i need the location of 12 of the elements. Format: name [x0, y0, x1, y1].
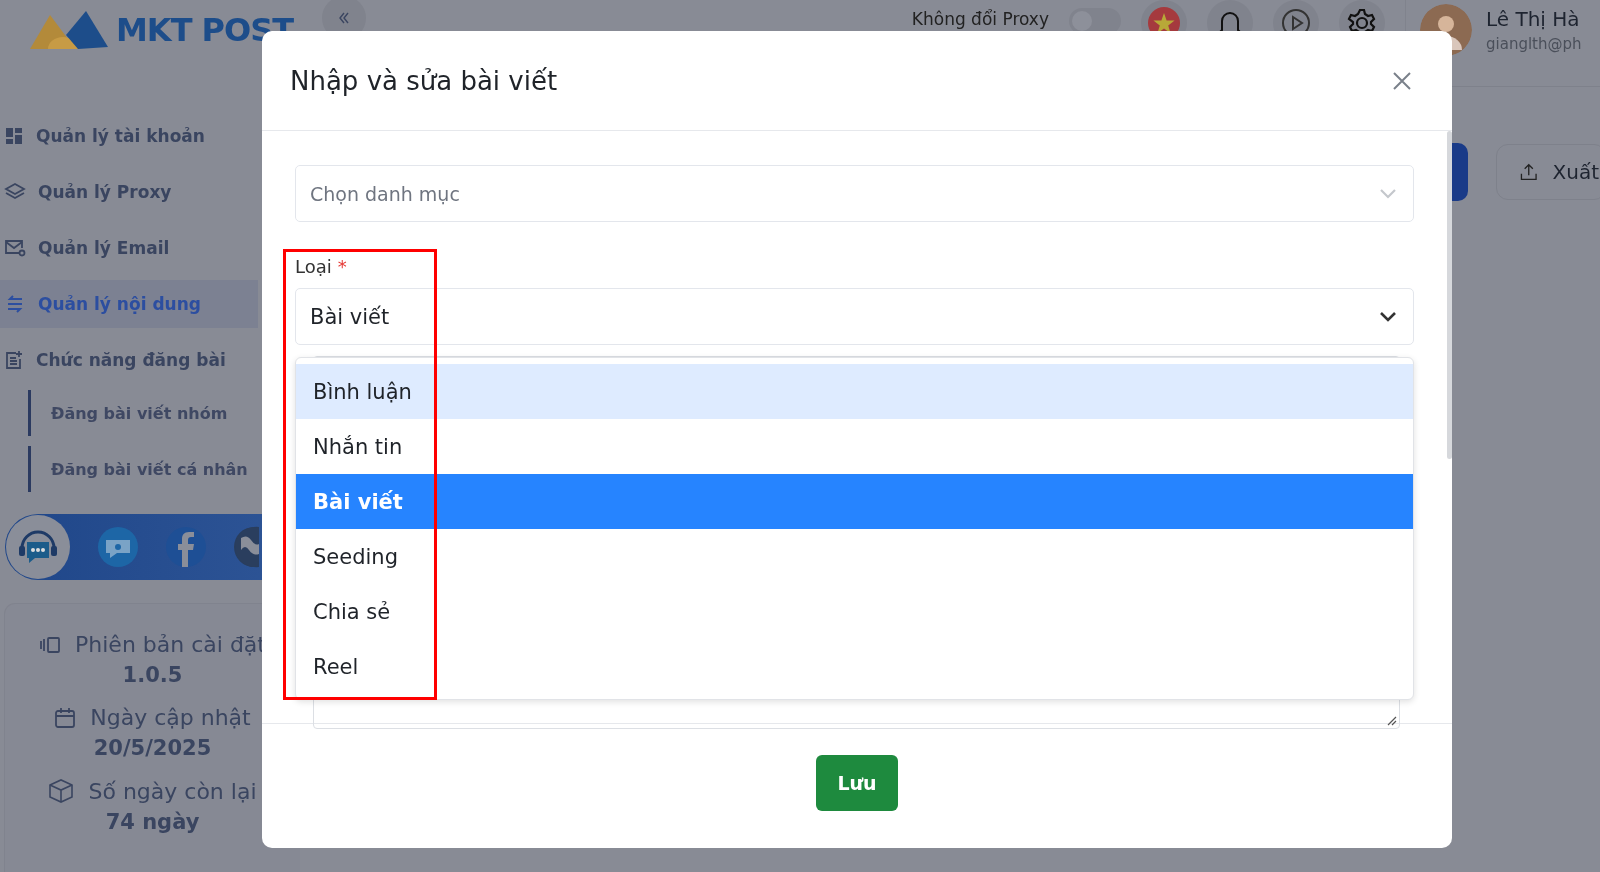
info-label: Ngày cập nhật [90, 705, 251, 730]
info-value: 1.0.5 [122, 663, 183, 687]
info-label: Số ngày còn lại [88, 778, 257, 804]
dialog-title: Nhập và sửa bài viết [290, 65, 558, 96]
info-label: Phiên bản cài đặt [75, 632, 266, 657]
field-label: Loại [295, 256, 332, 277]
info-value: 20/5/2025 [93, 736, 212, 760]
info-value: 74 ngày [105, 810, 200, 834]
user-name: Lê Thị Hà [1486, 7, 1581, 31]
required-mark: * [337, 256, 347, 277]
user-email: gianglth@ph [1486, 35, 1582, 53]
proxy-toggle-label: Không đổi Proxy [911, 9, 1049, 29]
